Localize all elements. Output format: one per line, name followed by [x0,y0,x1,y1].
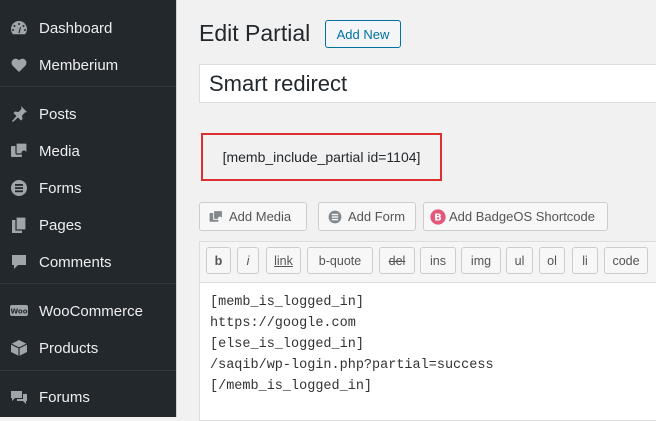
editor-line: [memb_is_logged_in] [210,295,364,310]
qt-blockquote-button[interactable]: b-quote [307,247,373,274]
admin-sidebar: Dashboard Memberium Posts Media Forms Pa… [0,0,177,417]
sidebar-item-media[interactable]: Media [0,133,176,169]
sidebar-item-label: Pages [39,216,82,234]
qt-link-button[interactable]: link [266,247,301,274]
forms-icon [326,208,344,226]
sidebar-item-label: WooCommerce [39,302,143,320]
qt-ul-button[interactable]: ul [506,247,533,274]
sidebar-item-pages[interactable]: Pages [0,207,176,243]
qt-ins-button[interactable]: ins [420,247,456,274]
add-badgeos-shortcode-label: Add BadgeOS Shortcode [449,209,595,224]
woocommerce-icon: Woo [9,301,29,321]
qt-italic-button[interactable]: i [237,247,259,274]
sidebar-item-memberium[interactable]: Memberium [0,47,176,83]
pushpin-icon [9,104,29,124]
forums-icon [9,387,29,407]
sidebar-item-forums[interactable]: Forums [0,379,176,415]
main-content: Edit Partial Add New Smart redirect [mem… [177,0,656,421]
add-media-button[interactable]: Add Media [199,202,307,231]
quicktags-toolbar: b i link b-quote del ins img ul ol li co… [200,242,656,283]
sidebar-item-label: Memberium [39,56,119,74]
comment-icon [9,252,29,272]
text-editor: b i link b-quote del ins img ul ol li co… [199,241,656,421]
editor-line: [else_is_logged_in] [210,337,364,352]
add-media-label: Add Media [229,209,292,224]
post-title-input[interactable]: Smart redirect [199,64,656,103]
editor-line: [/memb_is_logged_in] [210,379,373,394]
sidebar-item-forms[interactable]: Forms [0,170,176,206]
qt-del-button[interactable]: del [379,247,415,274]
qt-code-button[interactable]: code [604,247,648,274]
editor-textarea[interactable]: [memb_is_logged_in] https://google.com [el… [210,292,494,397]
page-title: Edit Partial [199,20,311,46]
qt-bold-button[interactable]: b [206,247,231,274]
sidebar-separator [0,283,176,284]
sidebar-item-products[interactable]: Products [0,330,176,366]
sidebar-item-dashboard[interactable]: Dashboard [0,10,176,46]
sidebar-item-woocommerce[interactable]: Woo WooCommerce [0,293,176,329]
qt-ol-button[interactable]: ol [539,247,565,274]
media-icon [9,141,29,161]
heart-icon [9,55,29,75]
add-badgeos-shortcode-button[interactable]: B Add BadgeOS Shortcode [423,202,608,231]
sidebar-item-label: Media [39,142,80,160]
qt-li-button[interactable]: li [572,247,598,274]
add-form-label: Add Form [348,209,406,224]
svg-text:B: B [434,212,442,223]
products-icon [9,338,29,358]
add-form-button[interactable]: Add Form [318,202,416,231]
sidebar-item-label: Forums [39,388,90,406]
sidebar-item-label: Comments [39,253,112,271]
shortcode-highlight: [memb_include_partial id=1104] [201,133,442,181]
sidebar-item-comments[interactable]: Comments [0,244,176,280]
dashboard-icon [9,18,29,38]
shortcode-text: [memb_include_partial id=1104] [222,149,421,165]
sidebar-separator [0,86,176,87]
add-new-button[interactable]: Add New [325,20,401,48]
sidebar-item-label: Forms [39,179,82,197]
sidebar-item-posts[interactable]: Posts [0,96,176,132]
badgeos-icon: B [429,208,447,226]
editor-line: https://google.com [210,316,356,331]
editor-line: /saqib/wp-login.php?partial=success [210,358,494,373]
forms-icon [9,178,29,198]
media-icon [207,208,225,226]
sidebar-item-label: Posts [39,105,77,123]
sidebar-separator [0,370,176,371]
pages-icon [9,215,29,235]
qt-img-button[interactable]: img [461,247,501,274]
svg-text:Woo: Woo [10,308,27,316]
sidebar-item-label: Products [39,339,99,357]
sidebar-item-label: Dashboard [39,19,113,37]
